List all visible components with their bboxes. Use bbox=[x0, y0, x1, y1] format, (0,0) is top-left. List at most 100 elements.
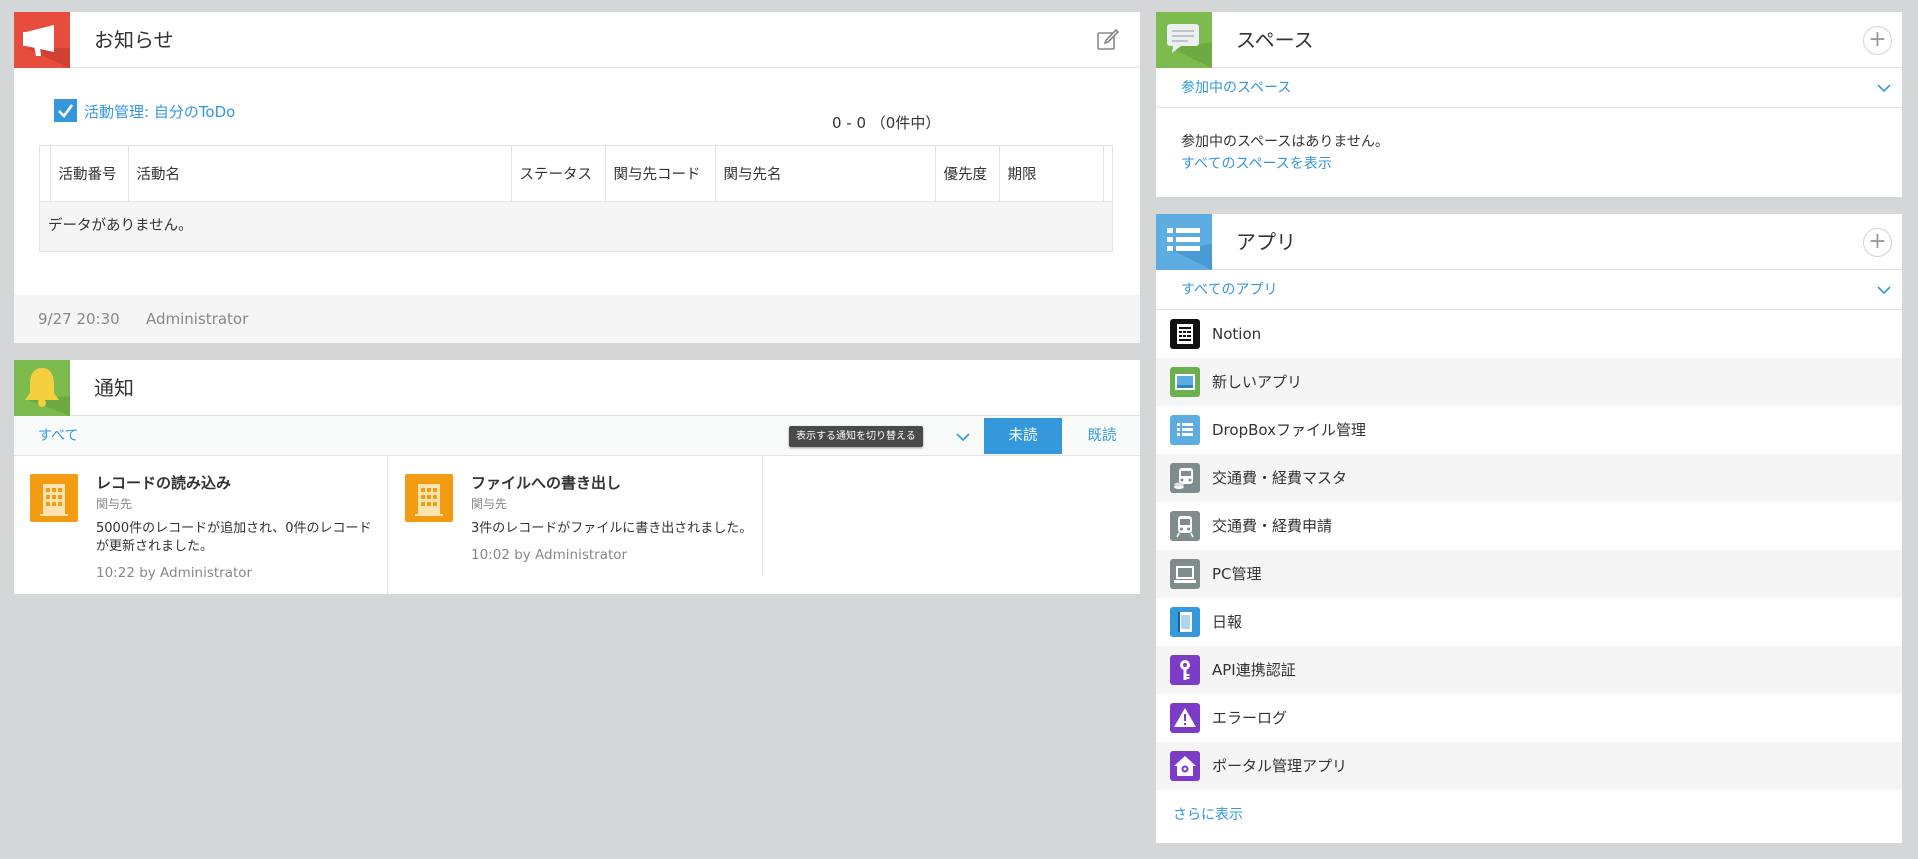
app-name: 日報 bbox=[1212, 613, 1243, 631]
building-icon bbox=[405, 474, 453, 522]
add-app-button[interactable]: + bbox=[1863, 228, 1892, 257]
warning-icon bbox=[1170, 703, 1200, 733]
column-gutter bbox=[40, 146, 51, 202]
app-name: 新しいアプリ bbox=[1212, 373, 1303, 391]
app-item[interactable]: DropBoxファイル管理 bbox=[1156, 406, 1902, 454]
list-icon bbox=[1170, 415, 1200, 445]
table-header-row: 活動番号 活動名 ステータス 関与先コード 関与先名 優先度 期限 bbox=[40, 146, 1112, 202]
key-icon bbox=[1170, 655, 1200, 685]
spaces-empty-text: 参加中のスペースはありません。 bbox=[1181, 134, 1389, 150]
new-app-icon bbox=[1170, 367, 1200, 397]
tooltip: 表示する通知を切り替える bbox=[789, 426, 923, 447]
read-button[interactable]: 既読 bbox=[1064, 418, 1140, 454]
column-header[interactable]: 活動番号 bbox=[50, 146, 129, 202]
notification-item-app: 関与先 bbox=[471, 497, 508, 511]
todo-list-link[interactable]: 活動管理: 自分のToDo bbox=[84, 101, 235, 122]
column-gutter bbox=[1103, 146, 1112, 202]
body-line: 5000件のレコードが追加され、0件のレコード bbox=[96, 521, 372, 536]
announcement-panel: お知らせ 活動管理: 自分のToDo 0 - 0 （0件中） 活動番号 活動名 … bbox=[14, 12, 1140, 343]
notification-item-body: 3件のレコードがファイルに書き出されました。 bbox=[471, 520, 752, 538]
announcement-title: お知らせ bbox=[94, 28, 174, 52]
app-item[interactable]: 交通費・経費申請 bbox=[1156, 502, 1902, 550]
chevron-down-icon[interactable] bbox=[1876, 282, 1892, 298]
spaces-filter-dropdown[interactable]: 参加中のスペース bbox=[1156, 68, 1902, 108]
app-item[interactable]: 交通費・経費マスタ bbox=[1156, 454, 1902, 502]
footer-user: Administrator bbox=[146, 310, 249, 328]
app-item[interactable]: 日報 bbox=[1156, 598, 1902, 646]
notification-item-title: レコードの読み込み bbox=[96, 474, 232, 492]
body-line: 3件のレコードがファイルに書き出されました。 bbox=[471, 521, 753, 536]
chevron-down-icon[interactable] bbox=[1876, 80, 1892, 96]
apps-header: アプリ + bbox=[1156, 214, 1902, 270]
notification-item-time: 10:22 by Administrator bbox=[96, 565, 253, 581]
notification-item-body: 5000件のレコードが追加され、0件のレコード が更新されました。 bbox=[96, 520, 372, 556]
todo-table: 活動番号 活動名 ステータス 関与先コード 関与先名 優先度 期限 データがあり… bbox=[39, 145, 1113, 252]
app-item[interactable]: PC管理 bbox=[1156, 550, 1902, 598]
computer-icon bbox=[1170, 559, 1200, 589]
app-item[interactable]: 新しいアプリ bbox=[1156, 358, 1902, 406]
app-item[interactable]: エラーログ bbox=[1156, 694, 1902, 742]
train-icon bbox=[1170, 511, 1200, 541]
spaces-title: スペース bbox=[1236, 28, 1314, 52]
empty-text: データがありません。 bbox=[48, 217, 193, 234]
column-header[interactable]: ステータス bbox=[511, 146, 606, 202]
app-name: DropBoxファイル管理 bbox=[1212, 421, 1366, 439]
app-name: ポータル管理アプリ bbox=[1212, 757, 1348, 775]
notification-toolbar: すべて 表示する通知を切り替える 未読 既読 bbox=[14, 416, 1140, 456]
show-all-spaces-link[interactable]: すべてのスペースを表示 bbox=[1181, 153, 1332, 173]
notification-panel: 通知 すべて 表示する通知を切り替える 未読 既読 レコードの読み込み 関与先 … bbox=[14, 360, 1140, 594]
train-coins-icon bbox=[1170, 463, 1200, 493]
app-item[interactable]: Notion bbox=[1156, 310, 1902, 358]
notification-filter-select[interactable]: すべて bbox=[38, 416, 78, 456]
building-icon bbox=[30, 474, 78, 522]
chevron-down-icon[interactable] bbox=[955, 429, 971, 445]
app-name: Notion bbox=[1212, 325, 1262, 343]
app-list: Notion 新しいアプリ DropBoxファイル管理 交通費・経費マスタ 交通… bbox=[1156, 310, 1902, 790]
empty-row: データがありません。 bbox=[40, 201, 1112, 251]
read-label: 既読 bbox=[1087, 428, 1117, 444]
app-name: 交通費・経費マスタ bbox=[1212, 469, 1348, 487]
notification-item[interactable]: レコードの読み込み 関与先 5000件のレコードが追加され、0件のレコード が更… bbox=[14, 456, 388, 594]
column-header[interactable]: 期限 bbox=[999, 146, 1104, 202]
apps-filter-label: すべてのアプリ bbox=[1181, 282, 1278, 298]
spaces-panel: スペース + 参加中のスペース 参加中のスペースはありません。 すべてのスペース… bbox=[1156, 12, 1902, 197]
announcement-header: お知らせ bbox=[14, 12, 1140, 68]
app-name: API連携認証 bbox=[1212, 661, 1296, 679]
speech-bubble-icon bbox=[1156, 12, 1212, 68]
app-item[interactable]: ポータル管理アプリ bbox=[1156, 742, 1902, 790]
spaces-header: スペース + bbox=[1156, 12, 1902, 68]
notification-item-app: 関与先 bbox=[96, 497, 133, 511]
show-more-apps-link[interactable]: さらに表示 bbox=[1173, 804, 1243, 824]
house-gear-icon bbox=[1170, 751, 1200, 781]
notification-item-title: ファイルへの書き出し bbox=[471, 474, 622, 492]
body-line: が更新されました。 bbox=[96, 539, 214, 554]
apps-title: アプリ bbox=[1236, 230, 1296, 254]
app-name: エラーログ bbox=[1212, 709, 1288, 727]
edit-icon[interactable] bbox=[1096, 28, 1120, 52]
announcement-footer: 9/27 20:30 Administrator bbox=[14, 295, 1140, 343]
app-name: PC管理 bbox=[1212, 565, 1262, 583]
notebook-icon bbox=[1170, 607, 1200, 637]
column-header[interactable]: 優先度 bbox=[935, 146, 1000, 202]
todo-checkbox[interactable] bbox=[54, 99, 77, 122]
add-space-button[interactable]: + bbox=[1863, 26, 1892, 55]
app-name: 交通費・経費申請 bbox=[1212, 517, 1333, 535]
column-header[interactable]: 関与先コード bbox=[605, 146, 716, 202]
tooltip-text: 表示する通知を切り替える bbox=[796, 431, 916, 442]
app-item[interactable]: API連携認証 bbox=[1156, 646, 1902, 694]
column-header[interactable]: 活動名 bbox=[128, 146, 512, 202]
unread-button[interactable]: 未読 bbox=[984, 418, 1062, 454]
footer-time: 9/27 20:30 bbox=[38, 310, 120, 328]
notification-item[interactable]: ファイルへの書き出し 関与先 3件のレコードがファイルに書き出されました。 10… bbox=[389, 456, 763, 576]
notification-header: 通知 bbox=[14, 360, 1140, 416]
app-list-icon bbox=[1156, 214, 1212, 270]
column-header[interactable]: 関与先名 bbox=[715, 146, 936, 202]
notion-icon bbox=[1170, 319, 1200, 349]
pager-text: 0 - 0 （0件中） bbox=[832, 114, 941, 132]
notification-list: レコードの読み込み 関与先 5000件のレコードが追加され、0件のレコード が更… bbox=[14, 456, 1140, 594]
apps-panel: アプリ + すべてのアプリ Notion 新しいアプリ DropBoxファイル管… bbox=[1156, 214, 1902, 843]
bell-icon bbox=[14, 360, 70, 416]
spaces-filter-label: 参加中のスペース bbox=[1181, 80, 1292, 96]
notification-title: 通知 bbox=[94, 376, 134, 400]
apps-filter-dropdown[interactable]: すべてのアプリ bbox=[1156, 270, 1902, 310]
